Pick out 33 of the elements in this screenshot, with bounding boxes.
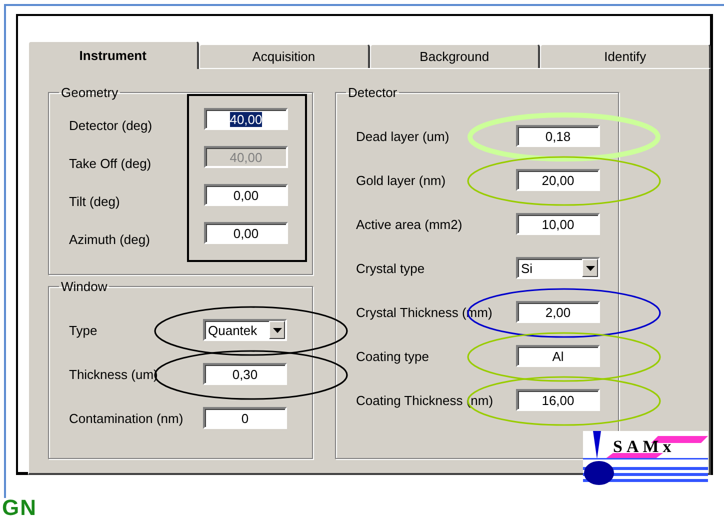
text-field[interactable]: 2,00 [516,301,600,323]
text-field[interactable]: 40,00 [204,108,288,130]
logo-text: SAMx [613,437,676,457]
text-field[interactable]: 0,30 [203,363,287,385]
logo-text: GN [2,496,37,520]
field-label: Crystal type [356,260,425,276]
tab[interactable]: Background [370,44,540,68]
text-field[interactable]: 16,00 [516,389,600,411]
field-label: Dead layer (um) [356,128,450,144]
field-label: Active area (mm2) [356,216,462,232]
field-label: Take Off (deg) [69,156,152,170]
group-title: Window [60,279,108,294]
field-label: Contamination (nm) [69,410,184,426]
text-field[interactable]: 0,00 [204,222,288,244]
text-field[interactable]: 0,00 [204,184,288,206]
group-title: Detector [347,85,398,100]
text-field[interactable]: 0 [203,407,287,429]
field-label: Gold layer (nm) [356,172,446,188]
field-label: Coating type [356,348,429,364]
field-label: Azimuth (deg) [69,232,150,246]
group-title: Geometry [60,85,120,100]
field-label: Detector (deg) [69,118,152,132]
text-field[interactable]: Al [516,345,600,367]
dropdown[interactable]: Quantek [203,319,287,341]
text-field[interactable]: 10,00 [516,213,600,235]
tab[interactable]: Acquisition [198,44,370,68]
field-label: Type [69,322,98,338]
field-label: Tilt (deg) [69,194,120,208]
tab[interactable]: Instrument [28,41,199,69]
text-field[interactable]: 0,18 [516,125,600,147]
tab[interactable]: Identify [540,44,711,68]
text-field[interactable]: 20,00 [516,169,600,191]
dropdown[interactable]: Si [516,257,600,279]
